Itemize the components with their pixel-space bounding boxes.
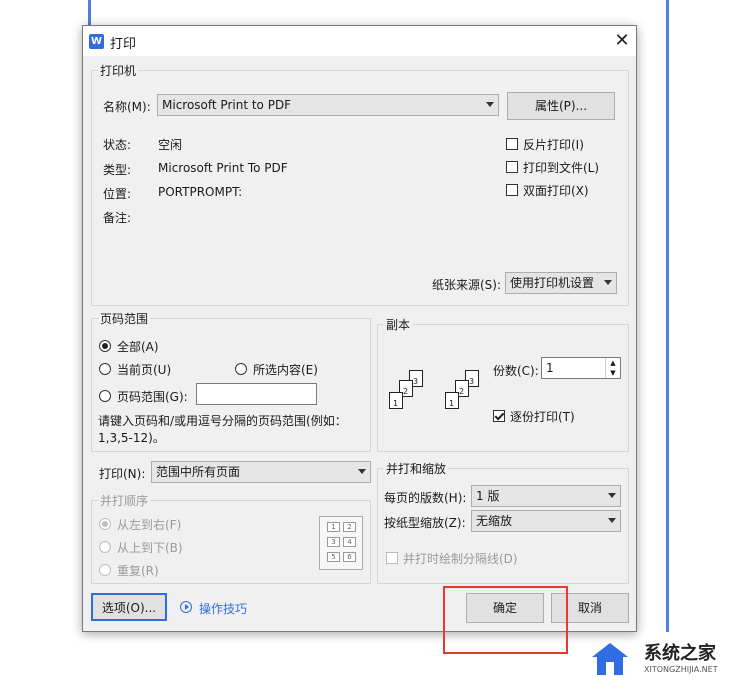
order-ltr-label: 从左到右(F) <box>117 518 182 532</box>
chevron-down-icon <box>486 102 494 107</box>
scale-select[interactable]: 无缩放 <box>471 510 621 532</box>
spinner-up-icon[interactable]: ▲ <box>605 358 620 368</box>
comment-label: 备注: <box>103 211 132 225</box>
properties-button[interactable]: 属性(P)... <box>507 92 615 120</box>
print-what-value: 范围中所有页面 <box>156 465 241 479</box>
printer-name-label: 名称(M): <box>103 100 151 114</box>
wps-logo-icon: W <box>89 34 104 49</box>
dialog-title: 打印 <box>110 37 137 52</box>
close-icon[interactable]: ✕ <box>609 28 635 54</box>
print-dialog: W 打印 ✕ 打印机 名称(M): Microsoft Print to PDF… <box>82 25 637 632</box>
draw-lines-checkbox[interactable] <box>386 552 398 564</box>
chevron-down-icon <box>604 280 612 285</box>
order-title: 并打顺序 <box>100 494 149 508</box>
copies-title: 副本 <box>386 318 411 332</box>
range-selection-label[interactable]: 所选内容(E) <box>253 361 318 378</box>
printer-group-title: 打印机 <box>100 64 137 78</box>
collate-checkbox[interactable] <box>493 410 505 422</box>
printer-name-value: Microsoft Print to PDF <box>162 98 292 112</box>
pages-per-sheet-value: 1 版 <box>476 489 500 503</box>
paper-source-select[interactable]: 使用打印机设置 <box>505 272 617 294</box>
scale-value: 无缩放 <box>476 514 513 528</box>
range-current-radio[interactable] <box>99 363 111 375</box>
location-value: PORTPROMPT: <box>158 185 243 199</box>
page-range-title: 页码范围 <box>100 312 149 326</box>
order-ltr-radio[interactable] <box>99 518 111 530</box>
print-to-file-label[interactable]: 打印到文件(L) <box>523 159 599 176</box>
document-edge-right <box>666 0 669 687</box>
play-circle-icon[interactable] <box>180 601 192 613</box>
order-ttb-label: 从上到下(B) <box>117 541 183 555</box>
print-what-select[interactable]: 范围中所有页面 <box>151 461 371 483</box>
copy-page-1b: 1 <box>445 392 459 409</box>
paper-source-label: 纸张来源(S): <box>432 278 502 292</box>
spinner-down-icon[interactable]: ▼ <box>605 368 620 378</box>
range-selection-radio[interactable] <box>235 363 247 375</box>
range-pages-label[interactable]: 页码范围(G): <box>117 388 188 405</box>
highlight-box <box>443 586 568 654</box>
order-repeat-radio[interactable] <box>99 564 111 576</box>
order-repeat-label: 重复(R) <box>117 564 159 578</box>
zoom-title: 并打和缩放 <box>386 462 447 476</box>
copies-count-label: 份数(C): <box>493 364 539 378</box>
status-label: 状态: <box>103 138 132 152</box>
range-all-radio[interactable] <box>99 340 111 352</box>
copy-page-1: 1 <box>389 392 403 409</box>
collate-illustration: 3 2 1 3 2 1 <box>387 366 501 420</box>
watermark: 系统之家 XITONGZHIJIA.NET <box>588 637 736 683</box>
watermark-brand: 系统之家 <box>644 643 716 664</box>
type-value: Microsoft Print To PDF <box>158 161 288 175</box>
reverse-print-checkbox[interactable] <box>506 138 518 150</box>
range-current-label[interactable]: 当前页(U) <box>117 361 171 378</box>
order-preview-icon: 12 34 56 <box>319 516 363 570</box>
status-value: 空闲 <box>158 138 183 152</box>
collate-label[interactable]: 逐份打印(T) <box>510 408 575 425</box>
order-ttb-radio[interactable] <box>99 541 111 553</box>
range-pages-radio[interactable] <box>99 390 111 402</box>
options-button[interactable]: 选项(O)... <box>91 593 167 621</box>
duplex-label[interactable]: 双面打印(X) <box>523 182 589 199</box>
tips-link[interactable]: 操作技巧 <box>199 600 247 617</box>
chevron-down-icon <box>358 469 366 474</box>
page-range-input[interactable] <box>196 383 317 405</box>
print-to-file-checkbox[interactable] <box>506 161 518 173</box>
pages-per-sheet-select[interactable]: 1 版 <box>471 485 621 507</box>
type-label: 类型: <box>103 163 132 177</box>
printer-name-select[interactable]: Microsoft Print to PDF <box>157 94 499 116</box>
duplex-checkbox[interactable] <box>506 184 518 196</box>
house-logo-icon <box>588 643 632 677</box>
page-range-hint: 请键入页码和/或用逗号分隔的页码范围(例如：1,3,5-12)。 <box>98 414 347 445</box>
paper-source-value: 使用打印机设置 <box>510 276 595 290</box>
pages-per-sheet-label: 每页的版数(H): <box>384 491 467 505</box>
document-bottom-strip <box>88 632 669 687</box>
reverse-print-label[interactable]: 反片打印(I) <box>523 136 584 153</box>
print-what-label: 打印(N): <box>99 467 146 481</box>
watermark-url: XITONGZHIJIA.NET <box>644 665 718 674</box>
copies-count-spinner[interactable]: 1 ▲ ▼ <box>541 357 621 379</box>
chevron-down-icon <box>608 493 616 498</box>
location-label: 位置: <box>103 187 132 201</box>
draw-lines-label: 并打时绘制分隔线(D) <box>403 552 518 566</box>
copies-count-value: 1 <box>546 361 554 375</box>
range-all-label[interactable]: 全部(A) <box>117 338 159 355</box>
title-bar: W 打印 ✕ <box>83 26 636 56</box>
chevron-down-icon <box>608 518 616 523</box>
scale-label: 按纸型缩放(Z): <box>384 516 466 530</box>
